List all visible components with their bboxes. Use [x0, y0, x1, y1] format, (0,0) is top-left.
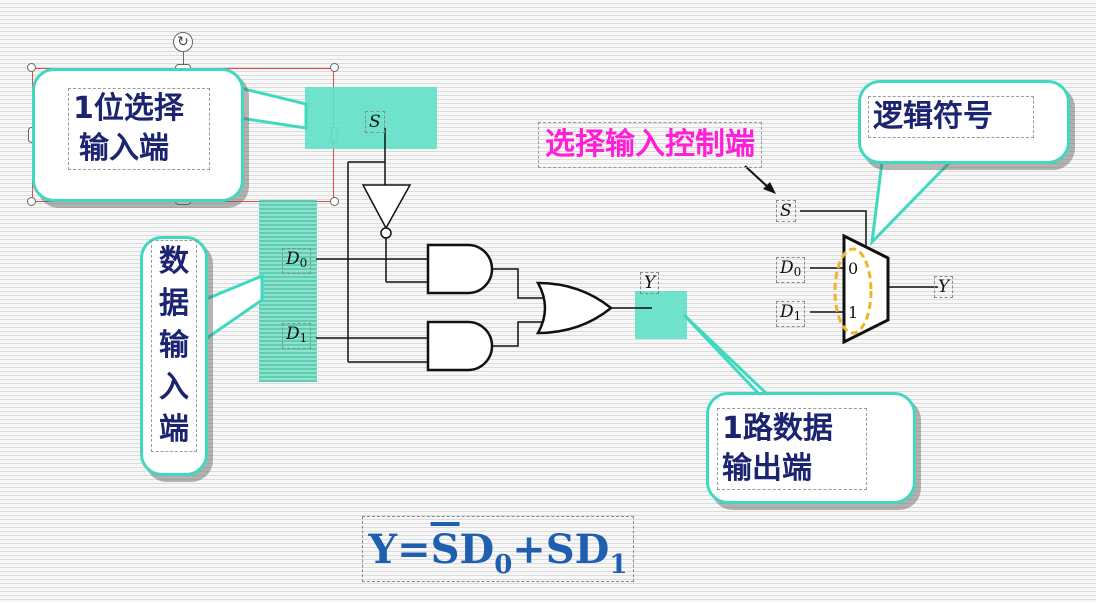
callout-data-char4: 入	[159, 370, 189, 405]
callout-data-char3: 输	[159, 328, 189, 363]
symbol-d0-label: D0	[776, 257, 806, 283]
callout-pointer-logic	[869, 160, 954, 247]
circuit-d1-label: D1	[282, 323, 312, 349]
callout-data-char5: 端	[159, 412, 189, 447]
symbol-input0: 0	[848, 259, 859, 278]
callout-select-line2: 输入端	[79, 131, 169, 166]
not-gate	[361, 184, 412, 230]
circuit-d0-label: D0	[282, 248, 312, 274]
circuit-s-label: S	[365, 111, 385, 133]
symbol-d1-label: D1	[776, 301, 806, 327]
and-gate-top	[426, 243, 494, 295]
callout-data-input-text: 数 据 输 入 端	[151, 240, 197, 452]
symbol-y-label: Y	[934, 276, 954, 298]
circuit-y-label: Y	[640, 272, 660, 294]
not-gate-bubble	[380, 227, 392, 239]
callout-output-line2: 输出端	[722, 451, 812, 486]
callout-data-char2: 据	[159, 286, 189, 321]
callout-pointer-select	[238, 86, 308, 130]
mux-symbol	[842, 233, 890, 345]
symbol-s-label: S	[776, 200, 796, 222]
callout-data-output-text: 1路数据 输出端	[717, 408, 867, 490]
callout-logic-symbol-text: 逻辑符号	[868, 96, 1034, 138]
and-gate-bottom	[426, 320, 494, 372]
callout-pointer-data-output	[682, 313, 772, 397]
symbol-input1: 1	[848, 303, 859, 322]
callout-output-line1: 1路数据	[722, 411, 833, 446]
output-formula: Y=SD0+SD1	[362, 516, 634, 582]
callout-data-char1: 数	[159, 244, 189, 279]
callout-select-input-text: 1位选择 输入端	[68, 88, 210, 170]
callout-pointer-data-input	[202, 273, 264, 343]
callout-select-line1: 1位选择	[73, 91, 184, 126]
or-gate	[535, 281, 613, 335]
control-input-label: 选择输入控制端	[538, 122, 762, 168]
